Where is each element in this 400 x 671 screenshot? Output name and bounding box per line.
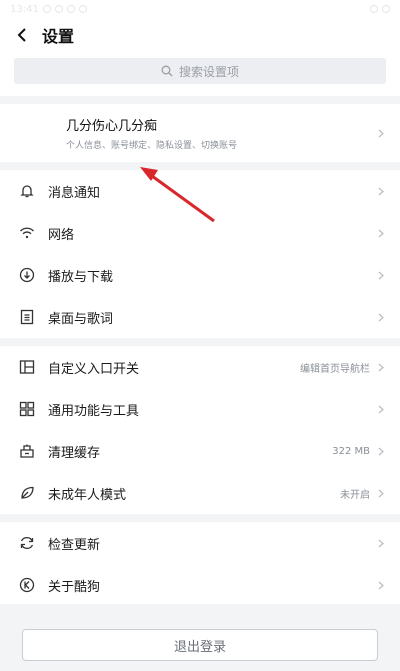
row-label: 播放与下载 bbox=[48, 269, 114, 285]
download-icon bbox=[18, 266, 36, 284]
chevron-left-icon bbox=[17, 28, 26, 42]
search-placeholder: 搜索设置项 bbox=[178, 64, 239, 79]
profile-text: 几分伤心几分痴 个人信息、账号绑定、隐私设置、切换账号 bbox=[66, 115, 237, 151]
status-time: 13:41 bbox=[10, 3, 39, 15]
kugou-logo-icon bbox=[18, 576, 36, 594]
search-input[interactable]: 搜索设置项 bbox=[14, 58, 386, 84]
chevron-right-icon bbox=[376, 580, 386, 590]
row-custom-entry[interactable]: 自定义入口开关 编辑首页导航栏 bbox=[0, 346, 400, 388]
row-check-update[interactable]: 检查更新 bbox=[0, 522, 400, 564]
leaf-icon bbox=[18, 484, 36, 502]
header: 设置 bbox=[0, 18, 400, 52]
row-notifications[interactable]: 消息通知 bbox=[0, 170, 400, 212]
chevron-right-icon bbox=[376, 312, 386, 322]
chevron-right-icon bbox=[376, 362, 386, 372]
settings-group-2: 自定义入口开关 编辑首页导航栏 通用功能与工具 清理缓存 322 MB 未成年人… bbox=[0, 346, 400, 514]
wifi-icon bbox=[18, 224, 36, 242]
status-notification-icon bbox=[78, 5, 87, 13]
row-label: 清理缓存 bbox=[48, 445, 101, 461]
chevron-right-icon bbox=[376, 404, 386, 414]
logout-button[interactable]: 退出登录 bbox=[22, 629, 378, 661]
chevron-right-icon bbox=[376, 186, 386, 196]
battery-icon bbox=[382, 5, 390, 13]
chevron-right-icon bbox=[376, 128, 386, 138]
profile-subtitle: 个人信息、账号绑定、隐私设置、切换账号 bbox=[66, 141, 238, 151]
profile-row[interactable]: 几分伤心几分痴 个人信息、账号绑定、隐私设置、切换账号 bbox=[0, 104, 400, 162]
cache-size: 322 MB bbox=[332, 445, 370, 457]
divider bbox=[0, 162, 400, 170]
row-clear-cache[interactable]: 清理缓存 322 MB bbox=[0, 430, 400, 472]
divider bbox=[0, 96, 400, 104]
search-container: 搜索设置项 bbox=[0, 52, 400, 96]
status-bar: 13:41 bbox=[0, 0, 400, 18]
chevron-right-icon bbox=[376, 228, 386, 238]
page-title: 设置 bbox=[42, 27, 75, 46]
storage-icon bbox=[18, 442, 36, 460]
grid-icon bbox=[18, 400, 36, 418]
row-label: 桌面与歌词 bbox=[48, 311, 114, 327]
row-label: 消息通知 bbox=[48, 185, 101, 201]
row-general-tools[interactable]: 通用功能与工具 bbox=[0, 388, 400, 430]
bell-icon bbox=[18, 182, 36, 200]
row-desktop-lyrics[interactable]: 桌面与歌词 bbox=[0, 296, 400, 338]
row-network[interactable]: 网络 bbox=[0, 212, 400, 254]
profile-name: 几分伤心几分痴 bbox=[66, 119, 158, 134]
row-label: 自定义入口开关 bbox=[48, 361, 140, 377]
row-label: 检查更新 bbox=[48, 537, 101, 553]
chevron-right-icon bbox=[376, 538, 386, 548]
search-icon bbox=[161, 65, 173, 77]
refresh-icon bbox=[18, 534, 36, 552]
row-value: 编辑首页导航栏 bbox=[300, 363, 370, 375]
settings-group-1: 消息通知 网络 播放与下载 桌面与歌词 bbox=[0, 170, 400, 338]
row-label: 未成年人模式 bbox=[48, 487, 127, 503]
divider bbox=[0, 514, 400, 522]
row-label: 网络 bbox=[48, 227, 75, 243]
logout-container: 退出登录 bbox=[0, 604, 400, 671]
layout-icon bbox=[18, 358, 36, 376]
back-button[interactable] bbox=[12, 25, 32, 45]
row-label: 通用功能与工具 bbox=[48, 403, 140, 419]
lyrics-icon bbox=[18, 308, 36, 326]
status-right bbox=[370, 5, 390, 13]
wifi-status-icon bbox=[370, 5, 378, 13]
status-notification-icon bbox=[66, 5, 75, 13]
row-playback-download[interactable]: 播放与下载 bbox=[0, 254, 400, 296]
row-label: 关于酷狗 bbox=[48, 579, 101, 595]
minor-mode-status: 未开启 bbox=[340, 489, 370, 501]
row-about[interactable]: 关于酷狗 bbox=[0, 564, 400, 606]
status-notification-icon bbox=[42, 5, 51, 13]
status-notification-icon bbox=[54, 5, 63, 13]
chevron-right-icon bbox=[376, 270, 386, 280]
row-minor-mode[interactable]: 未成年人模式 未开启 bbox=[0, 472, 400, 514]
status-left: 13:41 bbox=[10, 4, 87, 15]
settings-group-3: 检查更新 关于酷狗 bbox=[0, 522, 400, 606]
divider bbox=[0, 338, 400, 346]
chevron-right-icon bbox=[376, 488, 386, 498]
chevron-right-icon bbox=[376, 446, 386, 456]
